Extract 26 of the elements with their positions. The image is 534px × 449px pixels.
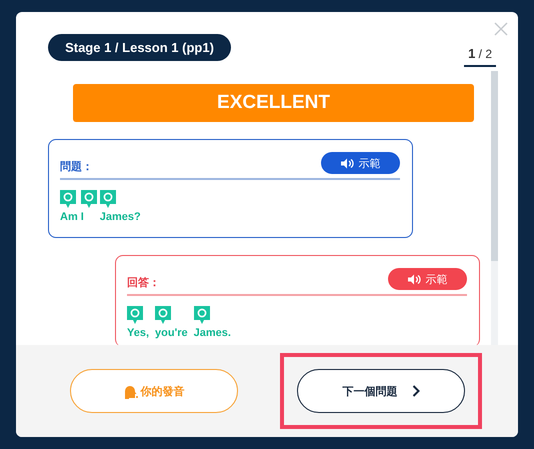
scrollbar[interactable] <box>491 71 498 345</box>
result-banner: EXCELLENT <box>73 84 474 122</box>
card-label: 問題： <box>60 160 93 174</box>
demo-button[interactable]: 示範 <box>321 152 400 174</box>
pin-icon <box>127 306 143 325</box>
pin-icon <box>194 306 210 325</box>
pin-icon <box>155 306 172 325</box>
pin-icon <box>100 190 116 209</box>
word-text: you're <box>155 327 188 339</box>
word-text: James. <box>194 327 231 339</box>
word-text: Am <box>60 211 78 223</box>
speaker-icon <box>408 274 420 284</box>
close-icon[interactable] <box>494 22 508 36</box>
word-text: I <box>80 211 84 223</box>
demo-button[interactable]: 示範 <box>388 268 467 290</box>
next-button[interactable]: 下一個問題 <box>297 369 465 413</box>
lesson-badge: Stage 1 / Lesson 1 (pp1) <box>48 34 231 61</box>
card-label: 回答： <box>127 276 160 290</box>
word-text: Yes, <box>127 327 150 339</box>
head-icon <box>124 384 138 398</box>
chevron-right-icon <box>412 385 420 397</box>
page-counter: 1 / 2 <box>464 46 496 67</box>
pin-icon <box>60 190 76 209</box>
speaker-icon <box>340 158 354 168</box>
word-text: James? <box>100 211 141 223</box>
pin-icon <box>80 190 97 209</box>
